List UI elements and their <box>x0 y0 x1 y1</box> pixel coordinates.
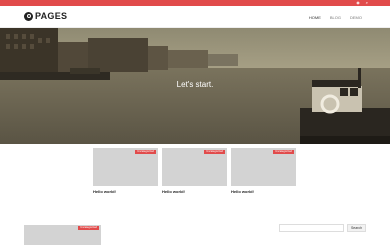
search-widget: Search <box>279 224 366 232</box>
hero-banner: Let's start. <box>0 28 390 144</box>
logo-text: PAGES <box>35 11 68 21</box>
nav-item-demo[interactable]: DEMO <box>350 15 362 20</box>
category-badge[interactable]: Uncategorized <box>204 150 225 154</box>
search-button[interactable]: Search <box>347 224 366 232</box>
nav-item-blog[interactable]: BLOG <box>330 15 341 20</box>
nav-item-home[interactable]: HOME <box>309 15 321 20</box>
featured-posts: Uncategorized Hello world! Uncategorized… <box>93 148 296 194</box>
post-title[interactable]: Hello world! <box>231 189 296 194</box>
post-thumbnail[interactable]: Uncategorized <box>24 225 101 245</box>
post-thumbnail[interactable]: Uncategorized <box>162 148 227 186</box>
site-header: PAGES HOME BLOG DEMO <box>0 6 390 28</box>
post-title[interactable]: Hello world! <box>162 189 227 194</box>
hero-title: Let's start. <box>176 80 214 89</box>
logo-mark-icon <box>24 11 33 21</box>
main-nav: HOME BLOG DEMO <box>309 15 362 20</box>
post-card[interactable]: Uncategorized Hello world! <box>162 148 227 194</box>
search-input[interactable] <box>279 224 344 232</box>
post-thumbnail[interactable]: Uncategorized <box>231 148 296 186</box>
post-card[interactable]: Uncategorized Hello world! <box>93 148 158 194</box>
post-title[interactable]: Hello world! <box>93 189 158 194</box>
post-thumbnail[interactable]: Uncategorized <box>93 148 158 186</box>
category-badge[interactable]: Uncategorized <box>135 150 156 154</box>
category-badge[interactable]: Uncategorized <box>78 226 99 230</box>
site-logo[interactable]: PAGES <box>24 11 67 21</box>
category-badge[interactable]: Uncategorized <box>273 150 294 154</box>
post-card[interactable]: Uncategorized Hello world! <box>231 148 296 194</box>
